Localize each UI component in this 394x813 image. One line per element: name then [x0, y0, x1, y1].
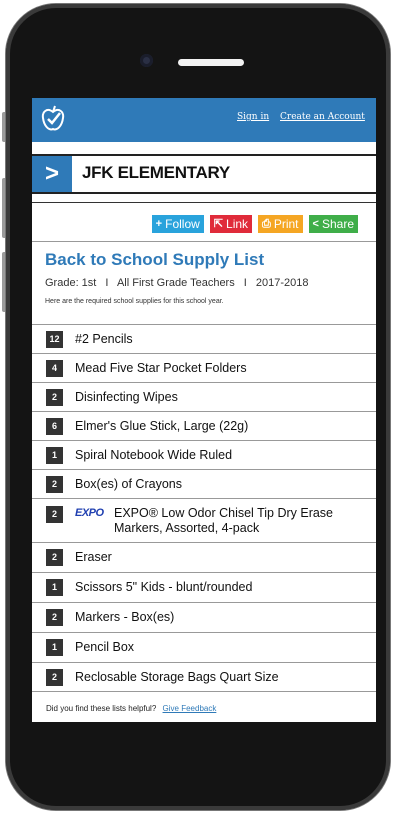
- sign-in-link[interactable]: Sign in: [237, 112, 269, 122]
- share-label: Share: [321, 217, 354, 231]
- quantity-badge: 2: [46, 506, 63, 523]
- separator: I: [243, 277, 247, 289]
- action-buttons: + Follow ⇱ Link ⎙ Print < Share: [151, 215, 358, 233]
- expo-brand-logo: EXPO: [75, 507, 104, 519]
- earpiece-speaker: [178, 59, 244, 66]
- share-icon: <: [312, 218, 319, 230]
- list-item[interactable]: 12 #2 Pencils: [32, 324, 376, 353]
- divider: [32, 241, 376, 242]
- quantity-badge: 12: [46, 331, 63, 348]
- top-bar: Sign in Create an Account: [32, 98, 376, 142]
- share-button[interactable]: < Share: [308, 215, 358, 233]
- create-account-link[interactable]: Create an Account: [280, 112, 365, 122]
- list-title: Back to School Supply List: [45, 250, 265, 269]
- plus-icon: +: [155, 218, 163, 230]
- list-item[interactable]: 1 Spiral Notebook Wide Ruled: [32, 440, 376, 469]
- give-feedback-link[interactable]: Give Feedback: [163, 704, 217, 713]
- list-item[interactable]: 2 Reclosable Storage Bags Quart Size: [32, 662, 376, 692]
- school-header: > JFK ELEMENTARY: [32, 154, 376, 194]
- feedback-footer: Did you find these lists helpful? Give F…: [46, 704, 216, 713]
- divider: [32, 202, 376, 203]
- list-item[interactable]: 2 EXPO EXPO® Low Odor Chisel Tip Dry Era…: [32, 498, 376, 542]
- quantity-badge: 2: [46, 389, 63, 406]
- quantity-badge: 2: [46, 609, 63, 626]
- list-item[interactable]: 1 Pencil Box: [32, 632, 376, 662]
- follow-button[interactable]: + Follow: [151, 215, 204, 233]
- item-name: Reclosable Storage Bags Quart Size: [75, 670, 279, 684]
- list-note: Here are the required school supplies fo…: [45, 298, 224, 305]
- list-item[interactable]: 6 Elmer's Glue Stick, Large (22g): [32, 411, 376, 440]
- quantity-badge: 4: [46, 360, 63, 377]
- list-item[interactable]: 2 Eraser: [32, 542, 376, 572]
- item-name: Box(es) of Crayons: [75, 477, 182, 491]
- item-name: Spiral Notebook Wide Ruled: [75, 448, 233, 462]
- school-name: JFK ELEMENTARY: [82, 163, 230, 182]
- print-button[interactable]: ⎙ Print: [258, 215, 303, 233]
- list-item[interactable]: 2 Box(es) of Crayons: [32, 469, 376, 498]
- quantity-badge: 1: [46, 639, 63, 656]
- item-name: Eraser: [75, 550, 112, 564]
- link-button[interactable]: ⇱ Link: [209, 215, 253, 233]
- school-arrow-icon[interactable]: >: [32, 156, 72, 192]
- apple-checkmark-logo-icon[interactable]: [40, 104, 66, 134]
- print-label: Print: [273, 217, 299, 231]
- separator: I: [105, 277, 109, 289]
- quantity-badge: 1: [46, 579, 63, 596]
- item-name: EXPO® Low Odor Chisel Tip Dry Erase Mark…: [114, 506, 334, 535]
- quantity-badge: 2: [46, 549, 63, 566]
- list-item[interactable]: 1 Scissors 5" Kids - blunt/rounded: [32, 572, 376, 602]
- school-year: 2017-2018: [255, 277, 309, 289]
- quantity-badge: 2: [46, 476, 63, 493]
- item-name: Pencil Box: [75, 640, 135, 654]
- front-camera: [140, 54, 153, 67]
- item-name: Elmer's Glue Stick, Large (22g): [75, 419, 249, 433]
- item-name: Scissors 5" Kids - blunt/rounded: [75, 580, 253, 594]
- teachers-label: All First Grade Teachers: [116, 277, 235, 289]
- grade-label: Grade: 1st: [45, 277, 97, 289]
- item-name: #2 Pencils: [75, 332, 133, 346]
- link-label: Link: [226, 217, 249, 231]
- list-item[interactable]: 2 Disinfecting Wipes: [32, 382, 376, 411]
- quantity-badge: 1: [46, 447, 63, 464]
- follow-label: Follow: [165, 217, 200, 231]
- item-name: Mead Five Star Pocket Folders: [75, 361, 247, 375]
- quantity-badge: 2: [46, 669, 63, 686]
- printer-icon: ⎙: [262, 218, 271, 230]
- item-name: Markers - Box(es): [75, 610, 175, 624]
- feedback-question: Did you find these lists helpful?: [46, 704, 157, 713]
- phone-screen: Sign in Create an Account > JFK ELEMENTA…: [32, 98, 376, 722]
- supply-list: 12 #2 Pencils 4 Mead Five Star Pocket Fo…: [32, 324, 376, 692]
- list-item[interactable]: 4 Mead Five Star Pocket Folders: [32, 353, 376, 382]
- item-name: Disinfecting Wipes: [75, 390, 178, 404]
- list-item[interactable]: 2 Markers - Box(es): [32, 602, 376, 632]
- list-meta: Grade: 1st I All First Grade Teachers I …: [45, 277, 309, 289]
- external-link-icon: ⇱: [213, 218, 224, 230]
- quantity-badge: 6: [46, 418, 63, 435]
